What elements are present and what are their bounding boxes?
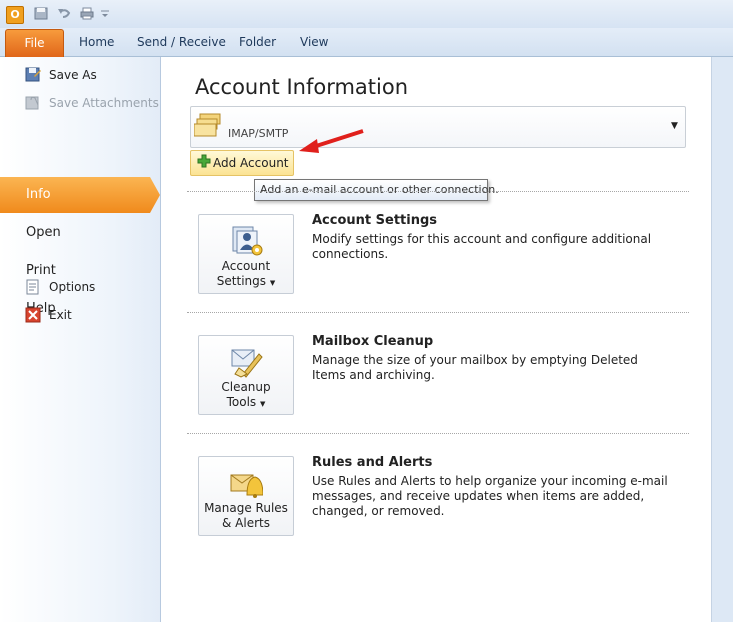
account-info-panel: Account Information IMAP/SMTP ▼ Add Acco… (161, 57, 712, 622)
account-selector[interactable]: IMAP/SMTP ▼ (190, 106, 686, 148)
tab-folder[interactable]: Folder (239, 28, 276, 56)
save-attachments-label: Save Attachments (49, 96, 159, 110)
account-settings-button[interactable]: Account Settings ▼ (198, 214, 294, 294)
sidebar-item-open[interactable]: Open (26, 218, 61, 248)
account-settings-line1: Account (221, 259, 271, 273)
mailbox-cleanup-title: Mailbox Cleanup (312, 334, 434, 349)
tab-file[interactable]: File (5, 29, 64, 57)
manage-rules-alerts-button-label: Manage Rules & Alerts (199, 501, 293, 531)
account-settings-button-label: Account Settings ▼ (199, 259, 293, 291)
save-as-icon (25, 67, 41, 82)
options-icon (26, 279, 39, 295)
mailbox-cleanup-description: Manage the size of your mailbox by empty… (312, 353, 638, 382)
tab-view[interactable]: View (300, 28, 328, 56)
chevron-down-icon: ▼ (671, 121, 678, 131)
options-label: Options (49, 280, 96, 294)
add-account-button[interactable]: Add Account (190, 150, 294, 176)
ribbon-tab-bar: File Home Send / Receive Folder View (0, 28, 733, 57)
accounts-icon (194, 113, 221, 137)
annotation-arrow (299, 129, 364, 153)
section-divider (187, 312, 689, 313)
save-as-label: Save As (49, 68, 97, 82)
quick-access-toolbar: O (0, 0, 733, 28)
outlook-logo-icon[interactable]: O (6, 6, 24, 24)
dropdown-arrow-icon: ▼ (269, 279, 276, 287)
tooltip-text: Add an e-mail account or other connectio… (260, 183, 499, 196)
cleanup-tools-line2: Tools (226, 395, 257, 409)
cleanup-tools-button-label: Cleanup Tools ▼ (199, 380, 293, 412)
tab-home[interactable]: Home (79, 28, 114, 56)
print-icon[interactable] (80, 7, 94, 20)
manage-rules-line1: Manage Rules (204, 501, 288, 515)
window-right-margin (712, 57, 733, 622)
exit-icon (25, 307, 41, 323)
manage-rules-alerts-button[interactable]: Manage Rules & Alerts (198, 456, 294, 536)
tab-send-receive[interactable]: Send / Receive (137, 28, 226, 56)
manage-rules-line2: & Alerts (222, 516, 270, 530)
exit-label: Exit (49, 308, 72, 322)
info-selected-background (0, 177, 160, 213)
cleanup-tools-line1: Cleanup (221, 380, 271, 394)
page-title: Account Information (195, 75, 409, 99)
customize-qat-icon[interactable] (100, 7, 110, 20)
section-divider (187, 433, 689, 434)
backstage-sidebar: Save As Save Attachments Info Open Print… (0, 57, 161, 622)
save-attachments-icon (25, 96, 39, 110)
sidebar-item-info[interactable]: Info (26, 180, 51, 210)
account-settings-icon (232, 226, 263, 256)
cleanup-tools-button[interactable]: Cleanup Tools ▼ (198, 335, 294, 415)
account-settings-title: Account Settings (312, 213, 438, 228)
rules-alerts-title: Rules and Alerts (312, 455, 433, 470)
account-selector-value: IMAP/SMTP (228, 127, 289, 140)
rules-alerts-description: Use Rules and Alerts to help organize yo… (312, 474, 668, 518)
undo-icon[interactable] (57, 7, 71, 20)
add-account-tooltip: Add an e-mail account or other connectio… (254, 179, 499, 201)
cleanup-tools-icon (231, 349, 263, 378)
add-icon (197, 154, 211, 168)
section-divider (187, 191, 689, 192)
dropdown-arrow-icon: ▼ (260, 400, 266, 408)
rules-alerts-icon (230, 474, 263, 498)
add-account-label: Add Account (213, 156, 289, 170)
account-settings-description: Modify settings for this account and con… (312, 232, 652, 261)
save-icon[interactable] (34, 7, 48, 20)
account-settings-line2: Settings (216, 274, 266, 288)
